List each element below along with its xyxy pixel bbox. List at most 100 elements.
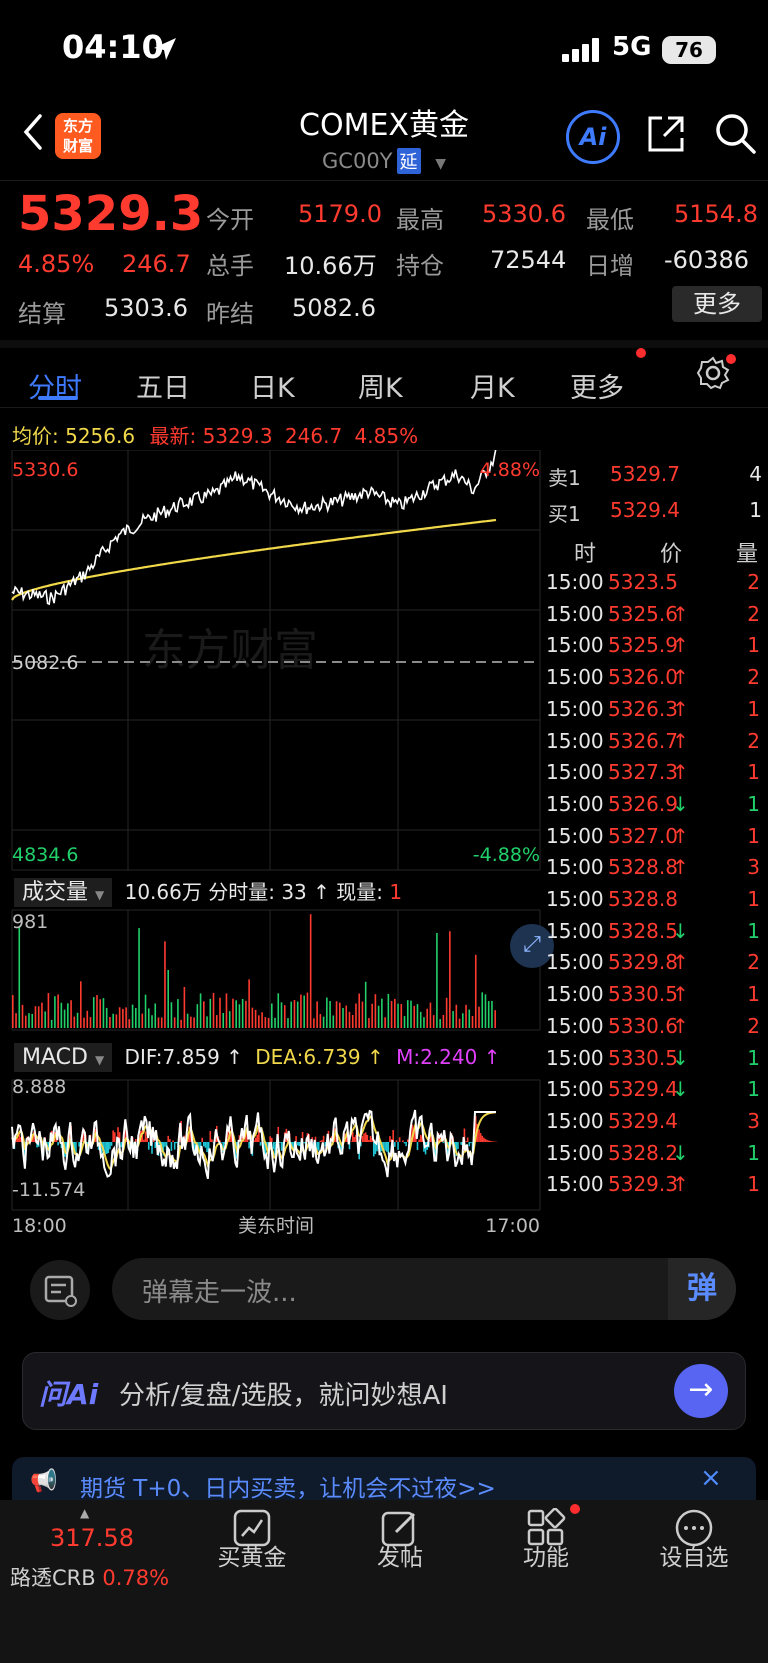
trade-price: 5327.3 xyxy=(608,760,678,785)
ai-button[interactable]: Ai xyxy=(566,110,620,164)
tab-monthly-k[interactable]: 月K xyxy=(470,366,515,405)
bid-row: 买1 5329.4 1 xyxy=(548,498,762,527)
battery-indicator: 76 xyxy=(662,36,716,64)
trade-direction: ↓ xyxy=(672,1045,689,1070)
volume-bar xyxy=(251,1007,254,1028)
macd-bar xyxy=(298,1142,301,1147)
trade-row: 15:00 5326.0 ↑ 2 xyxy=(546,665,764,689)
volume-bar xyxy=(147,1008,150,1028)
volume-header: 成交量 ▼ 10.66万 分时量: 33 ↑ 现量: 1 xyxy=(14,874,402,907)
macd-bar xyxy=(272,1142,275,1150)
macd-bar xyxy=(270,1137,273,1142)
tab-daily-k[interactable]: 日K xyxy=(250,366,295,405)
volume-bar xyxy=(309,914,312,1028)
high-value: 5330.6 xyxy=(482,200,566,228)
ask-ai-bar[interactable]: 问Ai 分析/复盘/选股，就问妙想AI xyxy=(22,1352,746,1430)
nav-features[interactable]: 功能 xyxy=(496,1538,596,1572)
price-line xyxy=(11,450,497,606)
volume-bar xyxy=(390,1001,393,1028)
search-icon[interactable] xyxy=(714,112,758,156)
volume-bar xyxy=(235,1000,237,1028)
settings-icon[interactable] xyxy=(696,356,730,390)
volume-value: 10.66万 xyxy=(284,252,377,280)
more-button[interactable]: 更多 xyxy=(672,286,762,322)
change-percent: 4.85% xyxy=(18,250,95,278)
volume-bar xyxy=(487,1001,490,1028)
trade-row: 15:00 5326.9 ↓ 1 xyxy=(546,792,764,816)
volume-bar xyxy=(416,1004,419,1028)
share-icon[interactable] xyxy=(646,114,686,154)
volume-bar xyxy=(190,1016,192,1028)
tab-weekly-k[interactable]: 周K xyxy=(358,366,403,405)
volume-bar xyxy=(151,1015,153,1028)
trade-row: 15:00 5329.4 ↓ 1 xyxy=(546,1077,764,1101)
danmu-toggle[interactable] xyxy=(30,1260,90,1320)
trade-qty: 1 xyxy=(747,823,760,848)
trade-direction: ↑ xyxy=(672,760,689,785)
volume-bar xyxy=(335,1001,338,1028)
volume-bar xyxy=(452,1011,454,1028)
open-label: 今开 xyxy=(206,206,254,234)
nav-post[interactable]: 发帖 xyxy=(350,1538,450,1572)
macd-bar xyxy=(406,1139,409,1142)
volume-bar xyxy=(228,1011,231,1028)
trade-price: 5329.8 xyxy=(608,950,678,975)
ask-ai-go-button[interactable]: → xyxy=(674,1364,728,1418)
volume-bar xyxy=(70,1000,72,1028)
tab-five-day[interactable]: 五日 xyxy=(136,366,190,405)
volume-bar xyxy=(154,1003,157,1028)
summary-pct: 4.85% xyxy=(354,424,419,448)
volume-bar xyxy=(423,1017,425,1028)
intraday-chart[interactable]: 东方财富 5330.6 5082.6 4834.6 4.88% -4.88% 9… xyxy=(0,450,542,1240)
macd-bar xyxy=(418,1139,420,1142)
macd-bar xyxy=(201,1137,203,1142)
delay-badge: 延 xyxy=(396,148,421,174)
macd-tag[interactable]: MACD ▼ xyxy=(14,1043,113,1072)
trade-qty: 1 xyxy=(747,791,760,816)
volume-bar xyxy=(403,1016,406,1028)
volume-bar xyxy=(342,1007,344,1028)
trade-price: 5326.9 xyxy=(608,791,678,816)
macd-bar xyxy=(372,1142,375,1157)
trade-direction: ↓ xyxy=(672,791,689,816)
volume-bar xyxy=(296,1001,299,1028)
trade-row: 15:00 5327.3 ↑ 1 xyxy=(546,760,764,784)
trade-row: 15:00 5325.6 ↑ 2 xyxy=(546,602,764,626)
tab-underline xyxy=(38,396,78,400)
volume-bar xyxy=(31,1013,34,1028)
last-value: 5329.3 xyxy=(202,424,273,448)
volume-bar xyxy=(128,1019,131,1028)
volume-bar xyxy=(319,1014,322,1028)
crb-value[interactable]: 317.58 xyxy=(50,1524,134,1552)
trade-direction: ↑ xyxy=(672,728,689,753)
volume-bar xyxy=(484,994,487,1028)
trade-time: 15:00 xyxy=(546,1045,604,1070)
crb-label: 路透CRB xyxy=(10,1566,96,1590)
danmu-input[interactable]: 弹幕走一波... xyxy=(112,1258,736,1320)
macd-bar xyxy=(295,1136,297,1142)
volume-bar xyxy=(313,1018,315,1028)
close-icon[interactable]: × xyxy=(700,1463,722,1493)
head-time: 时 xyxy=(574,542,597,567)
danmu-send-button[interactable]: 弹 xyxy=(668,1258,736,1320)
macd-bar xyxy=(248,1142,250,1149)
macd-bar xyxy=(402,1140,404,1142)
macd-bar xyxy=(204,1142,207,1148)
crb-ticker[interactable]: 路透CRB 0.78% xyxy=(10,1562,169,1592)
dif-line xyxy=(11,1109,496,1180)
y-bottom-label: 4834.6 xyxy=(12,844,78,866)
volume-bar xyxy=(491,1000,493,1028)
volume-bar xyxy=(474,954,477,1028)
volume-bar xyxy=(41,1002,43,1028)
volume-bar xyxy=(371,1003,373,1028)
trade-direction: ↑ xyxy=(672,950,689,975)
tab-more[interactable]: 更多 xyxy=(570,366,624,405)
nav-watchlist[interactable]: 设自选 xyxy=(644,1538,744,1572)
nav-buy-gold[interactable]: 买黄金 xyxy=(202,1538,302,1572)
volume-bar xyxy=(429,1002,432,1028)
volume-bar xyxy=(238,1004,241,1028)
volume-tag[interactable]: 成交量 ▼ xyxy=(14,878,113,907)
volume-bar xyxy=(212,992,215,1028)
volume-bar xyxy=(426,1008,428,1028)
trade-time: 15:00 xyxy=(546,1172,604,1197)
